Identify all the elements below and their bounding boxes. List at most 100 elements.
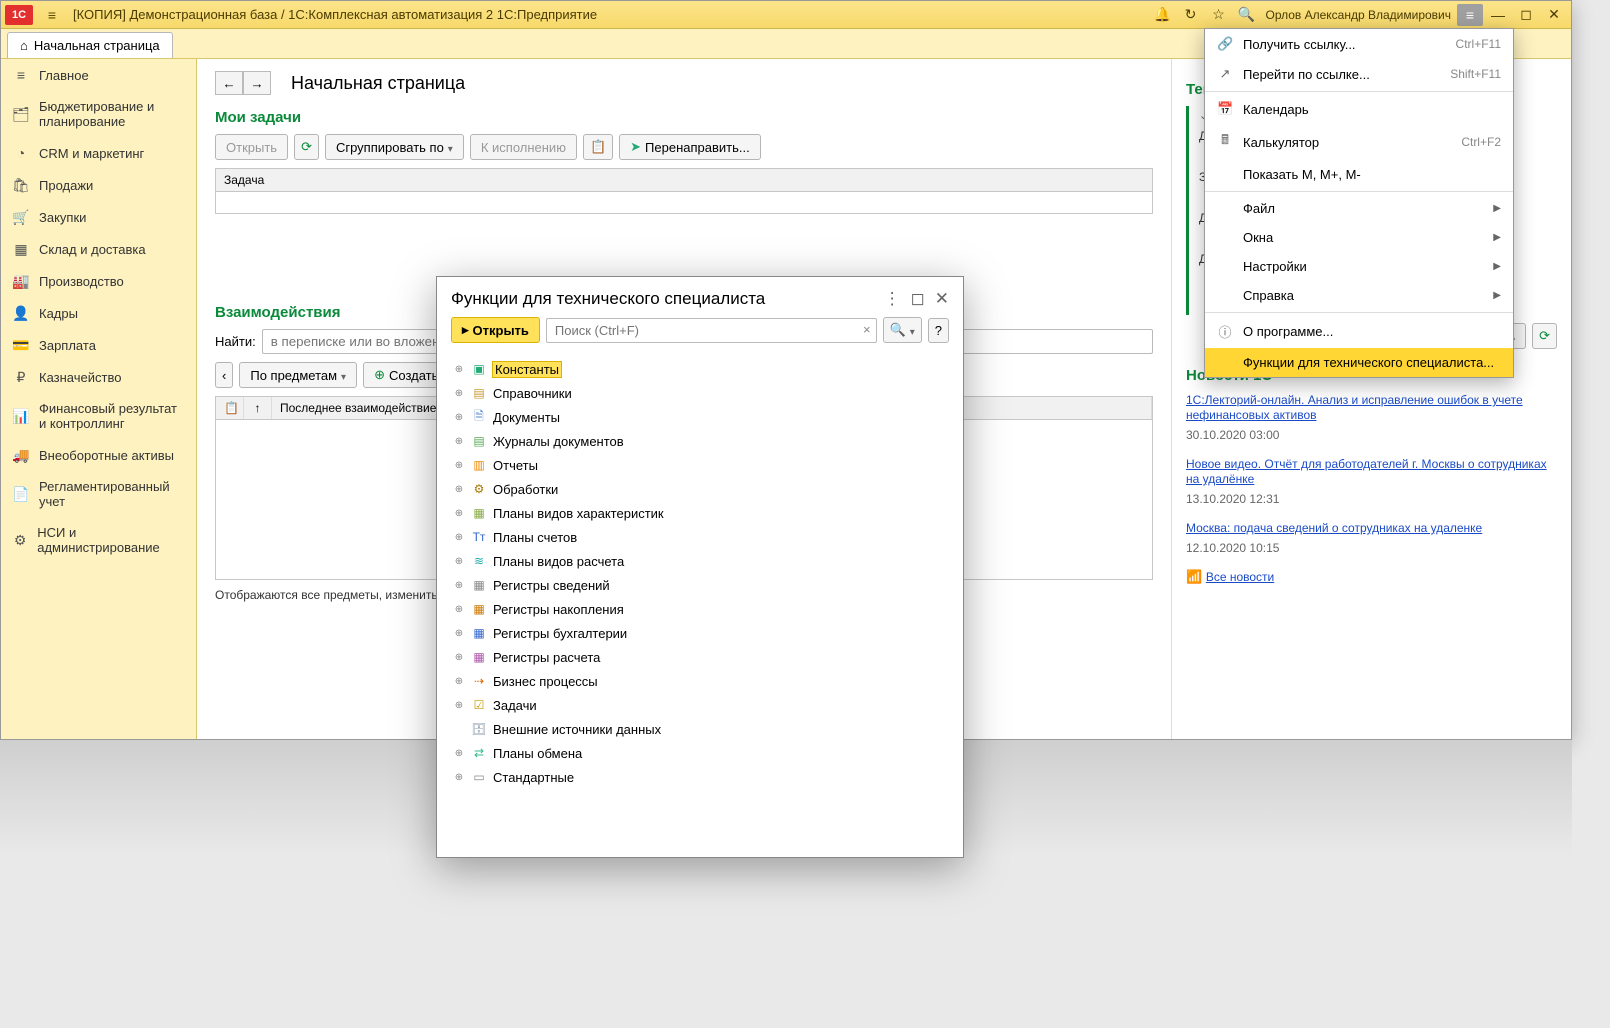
- sidebar-item[interactable]: 🚚Внеоборотные активы: [1, 439, 196, 471]
- dialog-more-icon[interactable]: ⋮: [884, 289, 901, 309]
- dialog-close-icon[interactable]: ✕: [935, 289, 949, 309]
- sidebar-item[interactable]: 📄Регламентированный учет: [1, 471, 196, 517]
- expand-icon[interactable]: ⊕: [453, 460, 465, 471]
- tree-node[interactable]: ⊕▭Стандартные: [451, 765, 949, 789]
- change-filter-link[interactable]: изменить: [385, 588, 437, 602]
- dialog-help-button[interactable]: ?: [928, 318, 949, 343]
- col-sort[interactable]: ↑: [244, 397, 272, 419]
- sidebar-item[interactable]: 🏭Производство: [1, 265, 196, 297]
- tree-node[interactable]: ⊕⇄Планы обмена: [451, 741, 949, 765]
- sidebar-item[interactable]: 🛍Продажи: [1, 169, 196, 201]
- burger-icon[interactable]: ≡: [39, 7, 65, 23]
- menu-item[interactable]: Файл▶: [1205, 194, 1513, 223]
- dialog-maximize-icon[interactable]: ◻: [911, 289, 925, 309]
- menu-item[interactable]: 🔗Получить ссылку...Ctrl+F11: [1205, 29, 1513, 59]
- main-menu-button[interactable]: ≡: [1457, 4, 1483, 26]
- sidebar-item[interactable]: ⚙НСИ и администрирование: [1, 517, 196, 563]
- tree-node[interactable]: ⊕≋Планы видов расчета: [451, 549, 949, 573]
- maximize-icon[interactable]: ◻: [1513, 4, 1539, 26]
- by-subject-button[interactable]: По предметам: [239, 362, 357, 388]
- forward-button[interactable]: ➤ Перенаправить...: [619, 134, 761, 160]
- menu-item[interactable]: Окна▶: [1205, 223, 1513, 252]
- expand-icon[interactable]: ⊕: [453, 604, 465, 615]
- expand-icon[interactable]: ⊕: [453, 532, 465, 543]
- dialog-search-menu-button[interactable]: 🔍: [883, 317, 922, 343]
- sidebar-item[interactable]: ◔CRM и маркетинг: [1, 137, 196, 169]
- sidebar-item[interactable]: ₽Казначейство: [1, 361, 196, 393]
- close-icon[interactable]: ✕: [1541, 4, 1567, 26]
- tree-node[interactable]: ⊕▤Журналы документов: [451, 429, 949, 453]
- news-link[interactable]: Москва: подача сведений о сотрудниках на…: [1186, 521, 1482, 535]
- open-task-button[interactable]: Открыть: [215, 134, 288, 160]
- clear-search-icon[interactable]: ×: [863, 322, 871, 337]
- tree-node[interactable]: ⊕▦Регистры расчета: [451, 645, 949, 669]
- history-icon[interactable]: ↻: [1177, 4, 1203, 26]
- sidebar-item[interactable]: ≡Главное: [1, 59, 196, 91]
- sidebar-item[interactable]: 📊Финансовый результат и контроллинг: [1, 393, 196, 439]
- tree-node[interactable]: ⊕☑Задачи: [451, 693, 949, 717]
- tree-node[interactable]: ⊕⇢Бизнес процессы: [451, 669, 949, 693]
- expand-icon[interactable]: ⊕: [453, 484, 465, 495]
- nav-forward-button[interactable]: →: [243, 71, 271, 95]
- news-link[interactable]: Новое видео. Отчёт для работодателей г. …: [1186, 457, 1547, 486]
- expand-icon[interactable]: ⊕: [453, 772, 465, 783]
- tree-node[interactable]: ⊕▤Справочники: [451, 381, 949, 405]
- nav-back-button[interactable]: ←: [215, 71, 243, 95]
- interactions-back-button[interactable]: ‹: [215, 362, 233, 388]
- due-button[interactable]: К исполнению: [470, 134, 577, 160]
- bell-icon[interactable]: 🔔: [1149, 4, 1175, 26]
- menu-item[interactable]: ↗Перейти по ссылке...Shift+F11: [1205, 59, 1513, 89]
- expand-icon[interactable]: ⊕: [453, 748, 465, 759]
- expand-icon[interactable]: ⊕: [453, 388, 465, 399]
- minimize-icon[interactable]: —: [1485, 4, 1511, 26]
- take-task-button[interactable]: 📋: [583, 134, 613, 160]
- menu-item[interactable]: Настройки▶: [1205, 252, 1513, 281]
- sidebar-item[interactable]: 🗂Бюджетирование и планирование: [1, 91, 196, 137]
- menu-item[interactable]: 🖩КалькуляторCtrl+F2: [1205, 124, 1513, 160]
- menu-item[interactable]: Функции для технического специалиста...: [1205, 348, 1513, 377]
- expand-icon[interactable]: ⊕: [453, 556, 465, 567]
- star-icon[interactable]: ☆: [1205, 4, 1231, 26]
- dialog-open-button[interactable]: ▸ Открыть: [451, 317, 540, 343]
- sidebar-icon: 👤: [13, 305, 29, 321]
- tasks-grid-body[interactable]: [215, 192, 1153, 214]
- dialog-search-input[interactable]: [546, 318, 877, 343]
- menu-item[interactable]: Справка▶: [1205, 281, 1513, 310]
- tree-node[interactable]: ⊕ТтПланы счетов: [451, 525, 949, 549]
- tree-node[interactable]: ⊕🗄Внешние источники данных: [451, 717, 949, 741]
- news-link[interactable]: 1С:Лекторий-онлайн. Анализ и исправление…: [1186, 393, 1523, 422]
- expand-icon[interactable]: ⊕: [453, 580, 465, 591]
- expand-icon[interactable]: ⊕: [453, 412, 465, 423]
- menu-item[interactable]: Показать M, M+, M-: [1205, 160, 1513, 189]
- refresh-tasks-button[interactable]: ⟳: [294, 134, 319, 160]
- news-date: 30.10.2020 03:00: [1186, 428, 1557, 442]
- dialog-tree[interactable]: ⊕▣Константы⊕▤Справочники⊕🗎Документы⊕▤Жур…: [437, 353, 963, 857]
- tree-node[interactable]: ⊕⚙Обработки: [451, 477, 949, 501]
- expand-icon[interactable]: ⊕: [453, 364, 465, 375]
- expand-icon[interactable]: ⊕: [453, 676, 465, 687]
- user-name[interactable]: Орлов Александр Владимирович: [1259, 8, 1457, 22]
- sidebar-item[interactable]: 🛒Закупки: [1, 201, 196, 233]
- refresh-right-button[interactable]: ⟳: [1532, 323, 1557, 349]
- sidebar-item[interactable]: 👤Кадры: [1, 297, 196, 329]
- tree-node[interactable]: ⊕▦Регистры сведений: [451, 573, 949, 597]
- tab-home[interactable]: ⌂ Начальная страница: [7, 32, 173, 58]
- expand-icon[interactable]: ⊕: [453, 508, 465, 519]
- tree-node[interactable]: ⊕▦Регистры бухгалтерии: [451, 621, 949, 645]
- sidebar-item[interactable]: ▦Склад и доставка: [1, 233, 196, 265]
- tree-node[interactable]: ⊕▦Планы видов характеристик: [451, 501, 949, 525]
- menu-item[interactable]: ⓘО программе...: [1205, 315, 1513, 348]
- sidebar-item[interactable]: 💳Зарплата: [1, 329, 196, 361]
- search-icon[interactable]: 🔍: [1233, 4, 1259, 26]
- expand-icon[interactable]: ⊕: [453, 652, 465, 663]
- expand-icon[interactable]: ⊕: [453, 628, 465, 639]
- group-by-button[interactable]: Сгруппировать по: [325, 134, 464, 160]
- tree-node[interactable]: ⊕▥Отчеты: [451, 453, 949, 477]
- tree-node[interactable]: ⊕▣Константы: [451, 357, 949, 381]
- all-news-link[interactable]: Все новости: [1206, 570, 1274, 584]
- expand-icon[interactable]: ⊕: [453, 700, 465, 711]
- tree-node[interactable]: ⊕🗎Документы: [451, 405, 949, 429]
- tree-node[interactable]: ⊕▦Регистры накопления: [451, 597, 949, 621]
- menu-item[interactable]: 📅Календарь: [1205, 94, 1513, 124]
- expand-icon[interactable]: ⊕: [453, 436, 465, 447]
